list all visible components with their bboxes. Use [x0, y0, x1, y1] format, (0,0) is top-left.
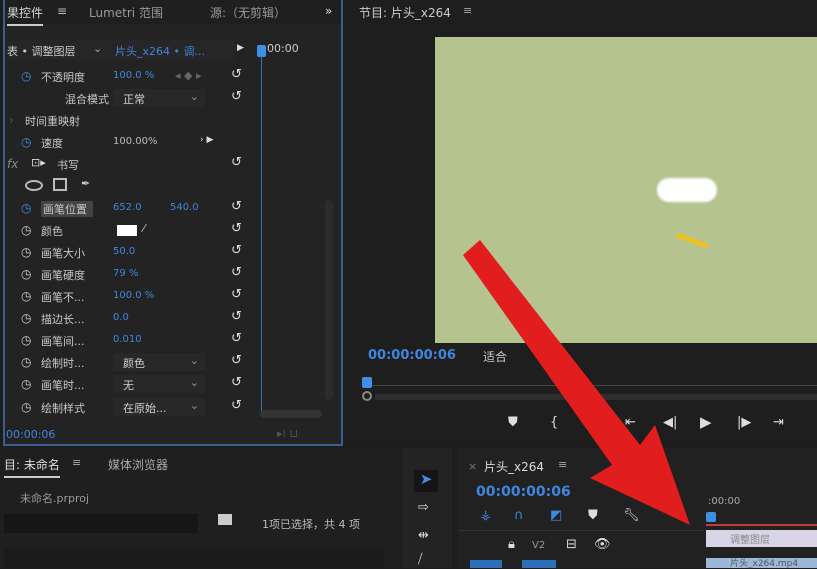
arrow-shape — [463, 240, 690, 525]
red-arrow-annotation — [463, 240, 690, 525]
